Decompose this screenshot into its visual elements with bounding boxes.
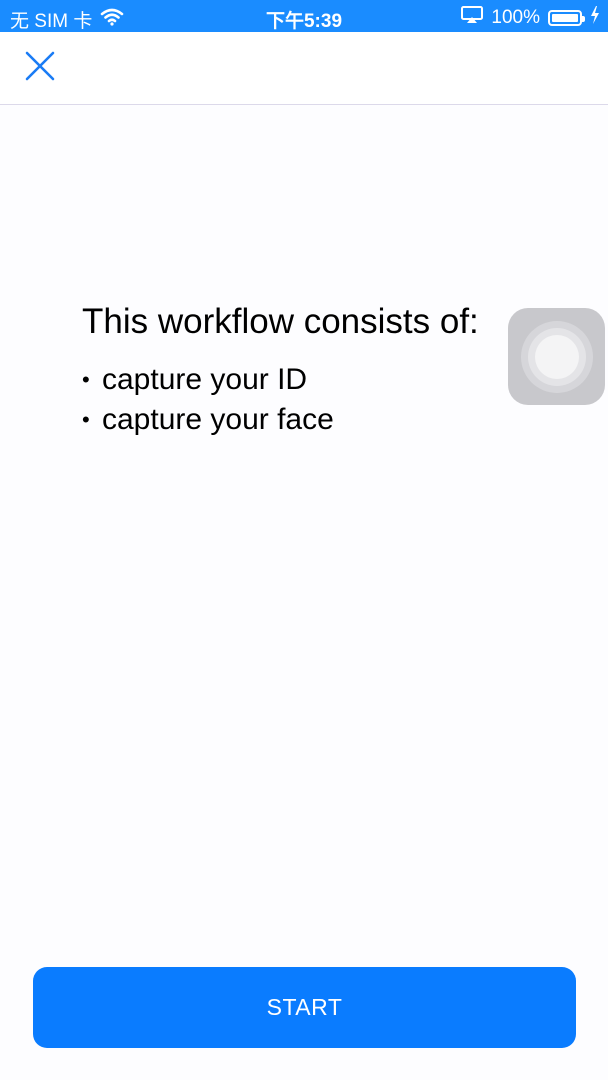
bullet: • bbox=[82, 367, 90, 392]
workflow-step: • capture your ID bbox=[82, 360, 522, 400]
workflow-step: • capture your face bbox=[82, 400, 522, 440]
assistive-touch-ring bbox=[527, 327, 586, 386]
status-right: 100% bbox=[461, 6, 600, 30]
workflow-steps: • capture your ID • capture your face bbox=[82, 360, 522, 440]
workflow-step-label: capture your ID bbox=[102, 363, 308, 396]
workflow-description: This workflow consists of: • capture you… bbox=[82, 300, 522, 440]
nav-bar bbox=[0, 32, 608, 105]
battery-percent: 100% bbox=[491, 7, 540, 28]
assistive-touch-button[interactable] bbox=[508, 308, 605, 405]
airplay-icon bbox=[461, 6, 484, 30]
charging-icon bbox=[590, 6, 600, 30]
battery-icon bbox=[548, 10, 585, 26]
battery-fill bbox=[552, 14, 578, 22]
status-bar: 无 SIM 卡 下午5:39 100% bbox=[0, 0, 608, 32]
close-button[interactable] bbox=[18, 48, 62, 88]
battery-tip bbox=[582, 16, 585, 22]
workflow-step-label: capture your face bbox=[102, 403, 334, 436]
assistive-touch-icon bbox=[520, 320, 593, 393]
workflow-heading: This workflow consists of: bbox=[82, 302, 479, 341]
bullet: • bbox=[82, 407, 90, 432]
screen: 无 SIM 卡 下午5:39 100% This workflow consis… bbox=[0, 0, 608, 1080]
assistive-touch-core bbox=[534, 334, 579, 379]
start-button[interactable]: START bbox=[33, 967, 576, 1048]
close-icon bbox=[24, 50, 56, 87]
